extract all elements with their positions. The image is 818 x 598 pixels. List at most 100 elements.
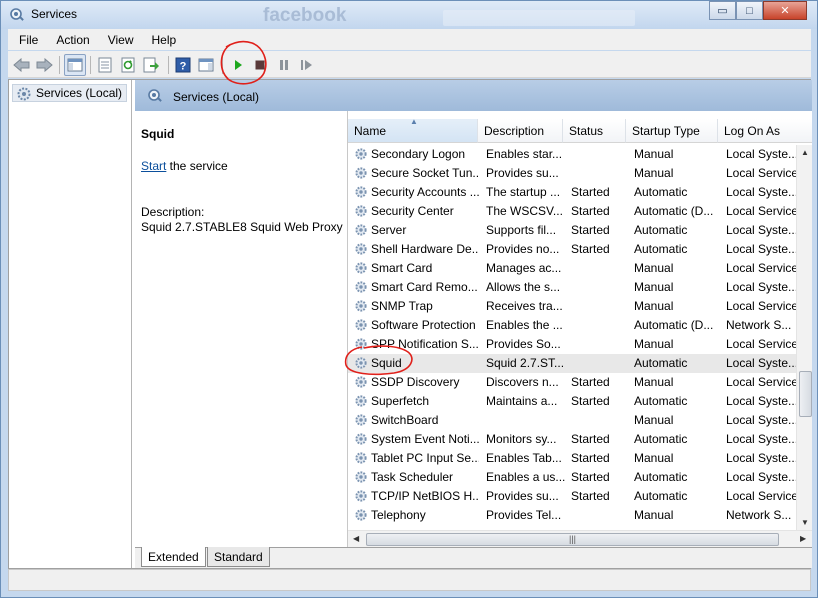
cell-startup-type: Automatic <box>634 185 688 199</box>
column-header-label: Status <box>569 124 604 138</box>
table-row[interactable]: Superfetch Maintains a... Started Automatic… <box>348 392 798 411</box>
show-hide-console-tree-button[interactable] <box>64 54 86 76</box>
column-header-name[interactable]: ▲ Name <box>348 117 478 143</box>
console-main-area: Services (Local) Services (Local) Squid … <box>8 79 812 569</box>
stop-service-button[interactable] <box>249 54 271 76</box>
cell-startup-type: Manual <box>634 375 674 389</box>
table-row[interactable]: Task Scheduler Enables a us... Started Auto… <box>348 468 798 487</box>
export-list-icon <box>143 57 159 73</box>
cell-startup-type: Manual <box>634 299 674 313</box>
start-service-link[interactable]: Start <box>141 159 166 173</box>
cell-log-on-as: Local Syste... <box>726 432 799 446</box>
cell-startup-type: Manual <box>634 337 674 351</box>
cell-name: SwitchBoard <box>371 413 439 427</box>
help-button[interactable]: ? <box>172 54 194 76</box>
close-button[interactable]: ✕ <box>763 1 807 20</box>
resume-service-button[interactable] <box>296 54 318 76</box>
cell-startup-type: Automatic <box>634 223 688 237</box>
minimize-button[interactable]: ▭ <box>709 1 736 20</box>
table-row[interactable]: Squid Squid 2.7.ST... Automatic Local Syste… <box>348 354 798 373</box>
tab-standard[interactable]: Standard <box>207 547 270 567</box>
cell-status: Started <box>571 432 610 446</box>
vertical-scrollbar[interactable]: ▲ ▼ <box>796 145 812 530</box>
service-gear-icon <box>355 452 367 464</box>
services-rows: Secondary Logon Enables star... Manual Loca… <box>348 145 798 525</box>
table-row[interactable]: SwitchBoard Manual Local Syste... <box>348 411 798 430</box>
tab-extended[interactable]: Extended <box>141 547 206 567</box>
refresh-button[interactable] <box>117 54 139 76</box>
service-gear-icon <box>355 395 367 407</box>
pause-service-button[interactable] <box>273 54 295 76</box>
cell-startup-type: Automatic <box>634 489 688 503</box>
menu-view[interactable]: View <box>97 33 141 47</box>
table-row[interactable]: Security Accounts ... The startup ... Star… <box>348 183 798 202</box>
table-row[interactable]: TCP/IP NetBIOS H... Provides su... Started… <box>348 487 798 506</box>
scroll-up-arrow-icon[interactable]: ▲ <box>801 148 809 157</box>
cell-description: Enables a us... <box>486 470 565 484</box>
vertical-scroll-thumb[interactable] <box>799 371 812 417</box>
cell-description: Monitors sy... <box>486 432 557 446</box>
start-service-suffix: the service <box>166 159 228 173</box>
horizontal-scrollbar[interactable]: ◀ ||| ▶ <box>348 530 812 547</box>
background-browser-text: facebook <box>263 5 347 26</box>
svg-text:?: ? <box>180 61 187 73</box>
horizontal-scroll-thumb[interactable]: ||| <box>366 533 779 546</box>
cell-description: Provides su... <box>486 489 559 503</box>
menu-file[interactable]: File <box>8 33 45 47</box>
cell-status: Started <box>571 223 610 237</box>
table-row[interactable]: Server Supports fil... Started Automatic Loc… <box>348 221 798 240</box>
table-row[interactable]: System Event Noti... Monitors sy... Starte… <box>348 430 798 449</box>
cell-description: Enables star... <box>486 147 563 161</box>
service-gear-icon <box>355 262 367 274</box>
column-header-startup-type[interactable]: Startup Type <box>626 119 718 143</box>
column-header-label: Description <box>484 124 545 138</box>
table-row[interactable]: Secure Socket Tun... Provides su... Manual… <box>348 164 798 183</box>
service-gear-icon <box>355 471 367 483</box>
column-header-description[interactable]: Description <box>478 119 563 143</box>
cell-name: Security Accounts ... <box>371 185 479 199</box>
cell-log-on-as: Local Service <box>726 204 799 218</box>
service-gear-icon <box>355 338 367 350</box>
table-row[interactable]: Tablet PC Input Se... Enables Tab... Start… <box>348 449 798 468</box>
start-service-button[interactable] <box>227 54 249 76</box>
scroll-right-arrow-icon[interactable]: ▶ <box>800 534 806 543</box>
table-row[interactable]: Smart Card Manages ac... Manual Local Servi… <box>348 259 798 278</box>
services-gear-icon <box>17 87 31 101</box>
scroll-left-arrow-icon[interactable]: ◀ <box>353 534 359 543</box>
show-hide-console-tree-icon <box>67 58 83 72</box>
cell-name: SNMP Trap <box>371 299 433 313</box>
export-list-button[interactable] <box>140 54 162 76</box>
start-service-line: Start the service <box>141 159 228 173</box>
menu-action[interactable]: Action <box>45 33 96 47</box>
table-row[interactable]: Telephony Provides Tel... Manual Network S.… <box>348 506 796 525</box>
extended-description-pane: Squid Start the service Description: Squ… <box>135 111 345 547</box>
table-row[interactable]: Shell Hardware De... Provides no... Starte… <box>348 240 798 259</box>
show-hide-action-pane-button[interactable] <box>195 54 217 76</box>
menu-help[interactable]: Help <box>141 33 184 47</box>
properties-button[interactable] <box>94 54 116 76</box>
table-row[interactable]: Smart Card Remo... Allows the s... Manual L… <box>348 278 798 297</box>
table-row[interactable]: Software Protection Enables the ... Automa… <box>348 316 796 335</box>
title-bar[interactable]: facebook Services ▭ □ ✕ <box>1 1 817 29</box>
cell-name: Shell Hardware De... <box>371 242 479 256</box>
table-row[interactable]: Security Center The WSCSV... Started Automa… <box>348 202 798 221</box>
column-header-log-on-as[interactable]: Log On As <box>718 119 812 143</box>
column-header-status[interactable]: Status <box>563 119 626 143</box>
table-row[interactable]: SNMP Trap Receives tra... Manual Local Serv… <box>348 297 798 316</box>
service-gear-icon <box>355 148 367 160</box>
cell-description: Provides no... <box>486 242 560 256</box>
service-gear-icon <box>355 433 367 445</box>
tree-item-services-local[interactable]: Services (Local) <box>12 84 128 102</box>
table-row[interactable]: Secondary Logon Enables star... Manual Loca… <box>348 145 798 164</box>
maximize-button[interactable]: □ <box>736 1 763 20</box>
table-row[interactable]: SSDP Discovery Discovers n... Started Manua… <box>348 373 798 392</box>
help-icon: ? <box>175 57 191 73</box>
table-row[interactable]: SPP Notification S... Provides So... Manua… <box>348 335 798 354</box>
cell-log-on-as: Local Syste... <box>726 280 799 294</box>
view-tabs: Extended Standard <box>135 547 812 568</box>
scroll-down-arrow-icon[interactable]: ▼ <box>801 518 809 527</box>
cell-description: Provides su... <box>486 166 559 180</box>
back-button[interactable] <box>11 54 33 76</box>
forward-button[interactable] <box>33 54 55 76</box>
background-search-box <box>443 10 635 26</box>
